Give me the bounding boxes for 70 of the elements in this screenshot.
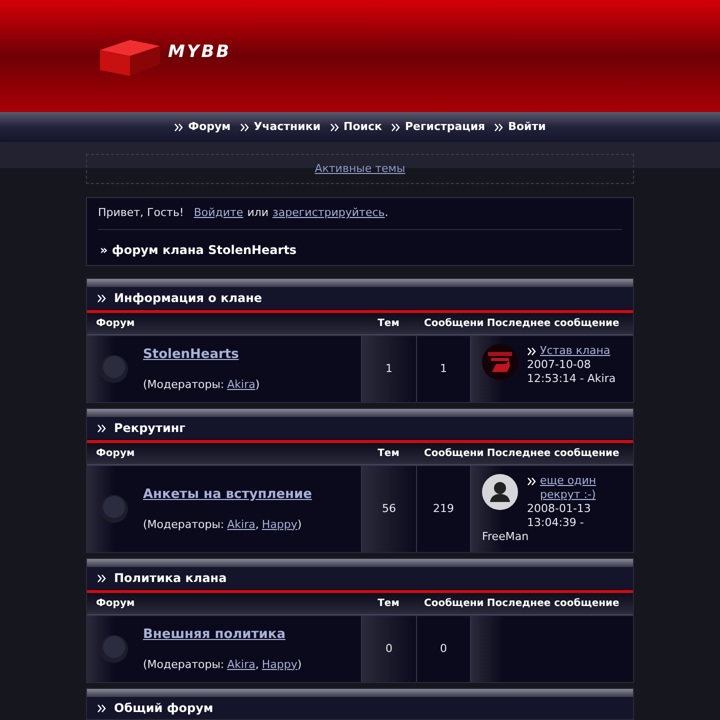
nav-link[interactable]: Поиск [330, 118, 382, 136]
post-count: 219 [433, 500, 454, 517]
column-header: Тем [376, 597, 400, 611]
forum-link[interactable]: Внешняя политика [143, 625, 302, 644]
moderators-close: ) [297, 516, 302, 532]
column-header: Тем [376, 317, 400, 331]
column-header: Сообщени [423, 447, 485, 461]
active-topics-link[interactable]: Активные темы [314, 160, 406, 178]
moderator-link[interactable]: Akira [227, 376, 256, 393]
greeting-text: Привет, Гость! [98, 206, 184, 220]
column-header: Тем [376, 447, 400, 461]
chevron-icon [97, 424, 106, 432]
chevron-icon [527, 477, 536, 486]
forum-link[interactable]: Анкеты на вступление [143, 485, 312, 504]
moderators-label: (Модераторы: [143, 656, 224, 672]
moderator-link[interactable]: Akira [227, 516, 256, 533]
chevron-icon [97, 294, 106, 302]
register-link[interactable]: зарегистрируйтесь [272, 206, 385, 220]
moderator-link[interactable]: Happy [262, 656, 298, 673]
last-post-author: FreeMan [482, 530, 530, 544]
last-post-time: 13:04:39 - [527, 516, 585, 530]
avatar-icon [482, 474, 518, 510]
topic-count: 56 [382, 500, 396, 517]
chevron-icon [330, 122, 339, 132]
chevron-icon [391, 122, 400, 132]
separator: , [255, 656, 259, 672]
moderators-label: (Модераторы: [143, 376, 224, 392]
section-title: Политика клана [114, 570, 227, 587]
last-post-link[interactable]: Устав клана [540, 344, 610, 358]
chevron-icon [97, 574, 106, 582]
topic-count: 0 [386, 640, 392, 657]
column-header: Форум [95, 447, 136, 461]
chevron-icon [97, 704, 106, 712]
section-title: Информация о клане [114, 290, 262, 307]
last-post-date: 2007-10-08 [527, 358, 592, 372]
last-post-date: 2008-01-13 [527, 502, 592, 516]
chevron-icon [174, 122, 184, 132]
moderator-link[interactable]: Akira [227, 656, 256, 673]
column-header: Форум [95, 597, 136, 611]
column-header: Последнее сообщение [486, 317, 620, 331]
nav-link[interactable]: Регистрация [391, 118, 486, 136]
column-header: Сообщени [423, 317, 485, 331]
nav-link[interactable]: Форум [174, 118, 231, 136]
forum-link[interactable]: StolenHearts [143, 345, 260, 364]
period-text: . [384, 206, 388, 220]
last-post-link[interactable]: еще один рекрут :-) [540, 474, 627, 502]
column-header: Последнее сообщение [486, 597, 620, 611]
nav-link[interactable]: Войти [494, 118, 546, 136]
moderators-close: ) [297, 656, 302, 672]
chevron-icon [240, 122, 249, 132]
moderators-close: ) [255, 376, 260, 392]
chevron-icon [527, 347, 536, 356]
post-count: 1 [440, 360, 447, 377]
column-header: Форум [95, 317, 136, 331]
topic-count: 1 [386, 360, 392, 377]
column-header: Сообщени [423, 597, 485, 611]
chevron-icon [494, 122, 504, 132]
last-post-time: 12:53:14 - Akira [527, 372, 616, 386]
or-text: или [247, 206, 269, 220]
moderators-label: (Модераторы: [143, 516, 224, 532]
login-link[interactable]: Войдите [194, 206, 244, 220]
section-title: Общий форум [114, 700, 214, 717]
nav-link[interactable]: Участники [240, 118, 321, 136]
forum-title: » форум клана StolenHearts [99, 242, 298, 257]
moderator-link[interactable]: Happy [262, 516, 298, 533]
section-title: Рекрутинг [114, 420, 186, 437]
separator: , [255, 516, 259, 532]
logo-text: MYBB [168, 41, 232, 64]
post-count: 0 [440, 640, 447, 657]
column-header: Последнее сообщение [486, 447, 620, 461]
